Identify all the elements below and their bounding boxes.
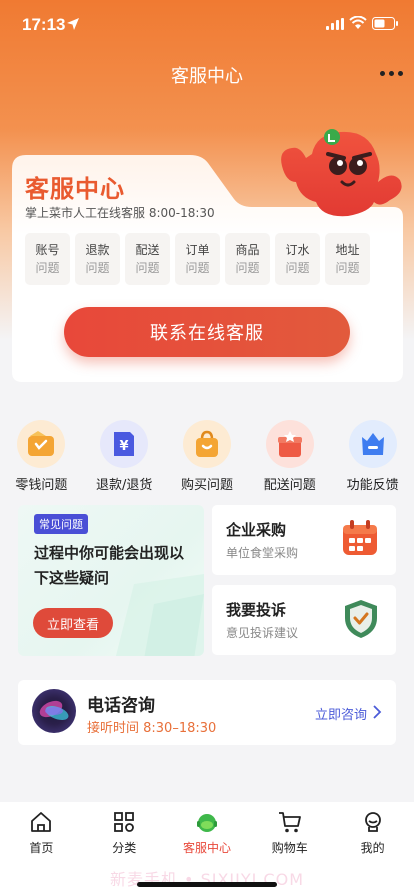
- phone-consult-title: 电话咨询: [87, 696, 155, 716]
- profile-icon: [361, 809, 385, 835]
- chip-water[interactable]: 订水 问题: [275, 233, 320, 285]
- delivery-box-icon: [265, 420, 314, 468]
- siri-orb-icon: [32, 689, 76, 733]
- quick-label: 功能反馈: [346, 478, 399, 493]
- chip-delivery[interactable]: 配送 问题: [125, 233, 170, 285]
- quick-delivery[interactable]: 配送问题: [248, 420, 331, 493]
- quick-label: 购买问题: [180, 478, 233, 493]
- calendar-icon: [343, 520, 377, 555]
- shield-check-icon: [345, 600, 377, 638]
- more-options-button[interactable]: [380, 71, 403, 76]
- tab-profile[interactable]: 我的: [331, 809, 414, 856]
- chip-suffix: 问题: [285, 261, 310, 275]
- contact-online-service-button[interactable]: 联系在线客服: [64, 307, 350, 357]
- phone-hours: 接听时间 8:30–18:30: [87, 721, 217, 736]
- tab-label: 首页: [29, 841, 54, 855]
- shopping-bag-icon: [182, 420, 231, 468]
- chip-suffix: 问题: [135, 261, 160, 275]
- tab-label: 我的: [360, 841, 385, 855]
- quick-label: 配送问题: [263, 478, 316, 493]
- chip-label: 配送: [135, 243, 160, 257]
- quick-wallet[interactable]: 零钱问题: [0, 420, 83, 493]
- category-icon: [112, 809, 136, 835]
- enterprise-subtitle: 单位食堂采购: [226, 546, 299, 560]
- chip-label: 退款: [85, 243, 110, 257]
- quick-label: 退款/退货: [96, 478, 153, 493]
- chip-refund[interactable]: 退款 问题: [75, 233, 120, 285]
- more-dot-icon: [380, 71, 385, 76]
- wallet-icon: [17, 420, 66, 468]
- page-title: 客服中心: [171, 66, 243, 87]
- quick-purchase[interactable]: 购买问题: [166, 420, 249, 493]
- topic-chips: 账号问题 退款问题 配送问题 订单问题 商品问题 订水问题 地址问题: [25, 233, 370, 285]
- chip-suffix: 问题: [335, 261, 360, 275]
- tab-category[interactable]: 分类: [83, 809, 166, 856]
- location-arrow-icon: [67, 18, 79, 30]
- refund-icon: ¥: [100, 420, 149, 468]
- chip-order[interactable]: 订单 问题: [175, 233, 220, 285]
- chip-label: 账号: [35, 243, 60, 257]
- battery-icon: [372, 17, 398, 30]
- faq-card[interactable]: 常见问题 过程中你可能会出现以下这些疑问 立即查看: [18, 505, 204, 656]
- tab-label: 客服中心: [182, 841, 231, 855]
- enterprise-purchase-card[interactable]: 企业采购 单位食堂采购: [212, 505, 396, 575]
- chip-product[interactable]: 商品 问题: [225, 233, 270, 285]
- tab-service-center[interactable]: 客服中心: [166, 809, 249, 856]
- tab-label: 购物车: [271, 841, 308, 855]
- tab-label: 分类: [112, 841, 137, 855]
- hero-subtitle: 掌上菜市人工在线客服 8:00-18:30: [25, 206, 215, 220]
- chip-label: 商品: [235, 243, 260, 257]
- svg-text:¥: ¥: [120, 439, 129, 454]
- faq-tag: 常见问题: [34, 514, 88, 534]
- chip-address[interactable]: 地址 问题: [325, 233, 370, 285]
- chip-suffix: 问题: [185, 261, 210, 275]
- tab-cart[interactable]: 购物车: [248, 809, 331, 856]
- chip-label: 地址: [335, 243, 360, 257]
- quick-refund[interactable]: ¥ 退款/退货: [83, 420, 166, 493]
- faq-text: 过程中你可能会出现以下这些疑问: [34, 544, 185, 587]
- more-dot-icon: [389, 71, 394, 76]
- mascot-icon: [281, 129, 402, 217]
- home-icon: [29, 809, 53, 835]
- quick-feedback[interactable]: 功能反馈: [331, 420, 414, 493]
- quick-label: 零钱问题: [15, 478, 68, 493]
- hero-title: 客服中心: [25, 175, 125, 203]
- wifi-icon: [349, 16, 367, 29]
- view-now-button[interactable]: 立即查看: [33, 608, 113, 638]
- enterprise-title: 企业采购: [226, 521, 287, 539]
- complaint-card[interactable]: 我要投诉 意见投诉建议: [212, 585, 396, 655]
- phone-consult-card[interactable]: 电话咨询 接听时间 8:30–18:30 立即咨询: [18, 680, 396, 745]
- signal-icon: [326, 18, 344, 30]
- home-indicator[interactable]: [137, 882, 277, 887]
- service-icon: [194, 809, 220, 835]
- chip-suffix: 问题: [85, 261, 110, 275]
- status-time: 17:13: [22, 15, 66, 34]
- chip-suffix: 问题: [35, 261, 60, 275]
- cart-icon: [277, 809, 303, 835]
- quick-actions: 零钱问题 ¥ 退款/退货 购买问题 配送问题 功能反馈: [0, 420, 414, 493]
- tab-home[interactable]: 首页: [0, 809, 83, 856]
- chip-account[interactable]: 账号 问题: [25, 233, 70, 285]
- chip-label: 订单: [185, 243, 210, 257]
- complaint-title: 我要投诉: [226, 601, 287, 619]
- feedback-icon: [348, 420, 397, 468]
- more-dot-icon: [398, 71, 403, 76]
- consult-now-link[interactable]: 立即咨询: [315, 704, 367, 723]
- chip-suffix: 问题: [235, 261, 260, 275]
- status-bar: 17:13: [0, 0, 414, 50]
- complaint-subtitle: 意见投诉建议: [226, 626, 299, 640]
- chip-label: 订水: [285, 243, 310, 257]
- chevron-right-icon: [373, 705, 382, 719]
